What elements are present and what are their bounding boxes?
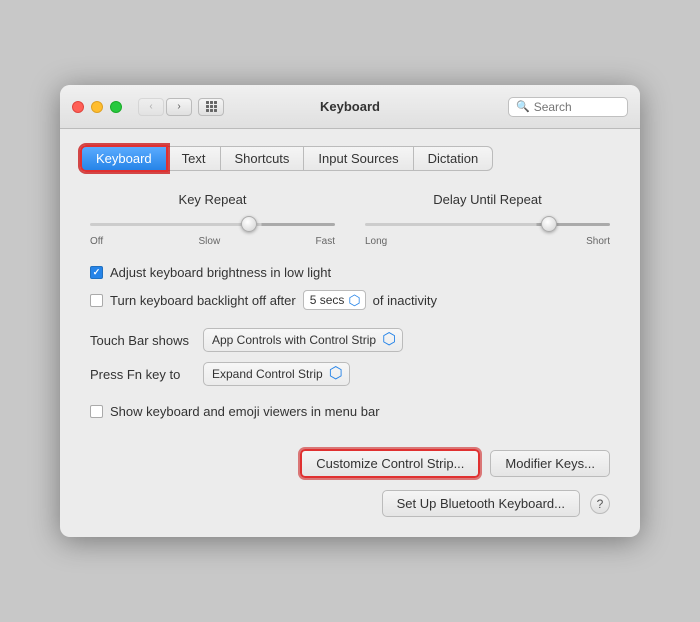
key-repeat-slow: Slow [199,236,221,247]
touch-bar-row: Touch Bar shows App Controls with Contro… [90,328,610,352]
bottom-right-buttons: Customize Control Strip... Modifier Keys… [300,449,610,478]
key-repeat-group: Key Repeat Off Slow Fast [90,192,335,247]
backlight-dropdown[interactable]: 5 secs ⬡ [303,290,366,310]
tab-shortcuts[interactable]: Shortcuts [221,146,305,171]
dropdown-arrow-icon: ⬡ [348,293,360,307]
bluetooth-keyboard-button[interactable]: Set Up Bluetooth Keyboard... [382,490,580,517]
backlight-label: Turn keyboard backlight off after [110,293,296,308]
key-repeat-track[interactable] [90,215,335,233]
delay-long: Long [365,236,387,247]
key-repeat-line [90,223,335,226]
touch-bar-value: App Controls with Control Strip [212,333,376,347]
search-icon: 🔍 [516,100,530,113]
tab-input-sources[interactable]: Input Sources [304,146,413,171]
delay-repeat-label: Delay Until Repeat [365,192,610,207]
fn-key-value: Expand Control Strip [212,367,323,381]
bottom-buttons-row2: Set Up Bluetooth Keyboard... ? [80,490,620,517]
touch-bar-dropdown[interactable]: App Controls with Control Strip ⬡ [203,328,403,352]
help-button[interactable]: ? [590,494,610,514]
delay-repeat-track[interactable] [365,215,610,233]
delay-repeat-group: Delay Until Repeat Long Short [365,192,610,247]
window-title: Keyboard [320,99,380,114]
nav-arrows: ‹ › [138,98,192,116]
brightness-checkbox[interactable] [90,266,103,279]
close-button[interactable] [72,101,84,113]
keyboard-window: ‹ › Keyboard 🔍 Keyboard Text Shortcuts I… [60,85,640,537]
backlight-dropdown-value: 5 secs [310,293,345,307]
checkboxes-section: Adjust keyboard brightness in low light … [80,265,620,310]
emoji-row: Show keyboard and emoji viewers in menu … [80,404,620,419]
fn-key-arrow-icon: ⬡ [329,366,343,382]
emoji-checkbox[interactable] [90,405,103,418]
key-repeat-marks: Off Slow Fast [90,236,335,247]
delay-repeat-line [365,223,610,226]
emoji-label: Show keyboard and emoji viewers in menu … [110,404,380,419]
modifier-keys-button[interactable]: Modifier Keys... [490,450,610,477]
touch-bar-label: Touch Bar shows [90,333,195,348]
tab-dictation[interactable]: Dictation [414,146,494,171]
search-input[interactable] [534,100,619,114]
delay-repeat-marks: Long Short [365,236,610,247]
maximize-button[interactable] [110,101,122,113]
back-button[interactable]: ‹ [138,98,164,116]
content-area: Keyboard Text Shortcuts Input Sources Di… [60,129,640,537]
minimize-button[interactable] [91,101,103,113]
forward-button[interactable]: › [166,98,192,116]
fn-key-dropdown[interactable]: Expand Control Strip ⬡ [203,362,350,386]
tab-text[interactable]: Text [168,146,221,171]
sliders-section: Key Repeat Off Slow Fast Delay Until Rep… [80,192,620,247]
touch-bar-arrow-icon: ⬡ [382,332,396,348]
bottom-buttons-row1: Customize Control Strip... Modifier Keys… [80,449,620,478]
fn-key-label: Press Fn key to [90,367,195,382]
delay-short: Short [586,236,610,247]
tab-bar: Keyboard Text Shortcuts Input Sources Di… [80,145,620,172]
backlight-row: Turn keyboard backlight off after 5 secs… [90,290,610,310]
grid-button[interactable] [198,98,224,116]
dropdowns-section: Touch Bar shows App Controls with Contro… [80,328,620,386]
search-bar[interactable]: 🔍 [508,97,628,117]
grid-icon [206,101,217,112]
brightness-row: Adjust keyboard brightness in low light [90,265,610,280]
customize-control-strip-button[interactable]: Customize Control Strip... [300,449,480,478]
fn-key-row: Press Fn key to Expand Control Strip ⬡ [90,362,610,386]
backlight-checkbox[interactable] [90,294,103,307]
key-repeat-label: Key Repeat [90,192,335,207]
key-repeat-fast: Fast [316,236,335,247]
backlight-suffix: of inactivity [373,293,437,308]
brightness-label: Adjust keyboard brightness in low light [110,265,331,280]
delay-repeat-thumb[interactable] [541,216,557,232]
key-repeat-off: Off [90,236,103,247]
traffic-lights [72,101,122,113]
key-repeat-thumb[interactable] [241,216,257,232]
tab-keyboard[interactable]: Keyboard [80,145,168,172]
titlebar: ‹ › Keyboard 🔍 [60,85,640,129]
